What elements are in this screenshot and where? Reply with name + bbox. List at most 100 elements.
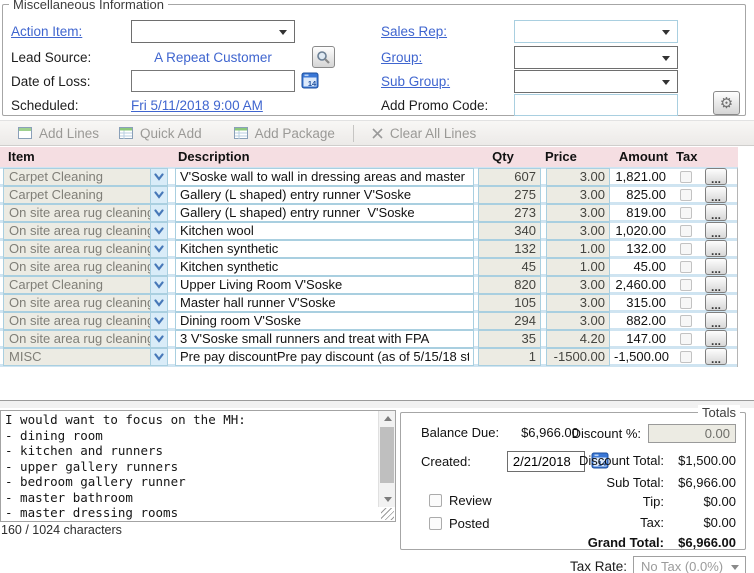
item-select-dropdown-button[interactable] [151, 348, 168, 366]
qty-input[interactable] [478, 312, 541, 330]
add-package-button[interactable]: Add Package [224, 126, 345, 141]
price-input[interactable] [546, 312, 610, 330]
price-input[interactable] [546, 240, 610, 258]
price-input[interactable] [546, 204, 610, 222]
item-select[interactable]: On site area rug cleaning [3, 222, 151, 240]
group-label[interactable]: Group: [381, 50, 422, 65]
description-input[interactable] [175, 240, 474, 258]
qty-input[interactable] [478, 186, 541, 204]
price-input[interactable] [546, 294, 610, 312]
tax-checkbox[interactable] [680, 351, 692, 363]
item-select-dropdown-button[interactable] [151, 240, 168, 258]
description-input[interactable] [175, 204, 474, 222]
qty-input[interactable] [478, 258, 541, 276]
description-input[interactable] [175, 276, 474, 294]
tax-checkbox[interactable] [680, 189, 692, 201]
description-input[interactable] [175, 222, 474, 240]
promo-settings-button[interactable]: ⚙ [713, 91, 740, 115]
qty-input[interactable] [478, 168, 541, 186]
item-select-dropdown-button[interactable] [151, 312, 168, 330]
notes-scrollbar[interactable] [378, 411, 395, 507]
qty-input[interactable] [478, 348, 541, 366]
price-input[interactable] [546, 330, 610, 348]
quick-add-button[interactable]: Quick Add [109, 126, 212, 141]
group-select[interactable] [514, 46, 678, 69]
qty-input[interactable] [478, 330, 541, 348]
scroll-up-button[interactable] [379, 411, 396, 426]
price-input[interactable] [546, 168, 610, 186]
item-select[interactable]: On site area rug cleaning [3, 258, 151, 276]
item-select-dropdown-button[interactable] [151, 204, 168, 222]
sub-group-label[interactable]: Sub Group: [381, 74, 450, 89]
item-select[interactable]: MISC [3, 348, 151, 366]
promo-code-input[interactable] [514, 94, 678, 116]
resize-grip[interactable] [381, 508, 394, 520]
item-select[interactable]: On site area rug cleaning [3, 204, 151, 222]
item-select-dropdown-button[interactable] [151, 330, 168, 348]
discount-pct-input[interactable] [648, 424, 736, 443]
item-select-dropdown-button[interactable] [151, 168, 168, 186]
qty-input[interactable] [478, 204, 541, 222]
row-options-button[interactable]: ... [705, 330, 727, 347]
item-select[interactable]: Carpet Cleaning [3, 168, 151, 186]
item-select[interactable]: On site area rug cleaning [3, 294, 151, 312]
created-date-input[interactable] [507, 451, 585, 472]
row-options-button[interactable]: ... [705, 240, 727, 257]
tax-checkbox[interactable] [680, 261, 692, 273]
description-input[interactable] [175, 186, 474, 204]
item-select[interactable]: On site area rug cleaning [3, 240, 151, 258]
item-select-dropdown-button[interactable] [151, 222, 168, 240]
add-lines-button[interactable]: Add Lines [8, 126, 109, 141]
qty-input[interactable] [478, 294, 541, 312]
row-options-button[interactable]: ... [705, 348, 727, 365]
tax-checkbox[interactable] [680, 243, 692, 255]
qty-input[interactable] [478, 240, 541, 258]
row-options-button[interactable]: ... [705, 294, 727, 311]
price-input[interactable] [546, 276, 610, 294]
row-options-button[interactable]: ... [705, 168, 727, 185]
tax-checkbox[interactable] [680, 315, 692, 327]
clear-all-lines-button[interactable]: Clear All Lines [362, 126, 486, 141]
row-options-button[interactable]: ... [705, 204, 727, 221]
row-options-button[interactable]: ... [705, 312, 727, 329]
tax-checkbox[interactable] [680, 333, 692, 345]
row-options-button[interactable]: ... [705, 222, 727, 239]
description-input[interactable] [175, 168, 474, 186]
item-select[interactable]: Carpet Cleaning [3, 186, 151, 204]
item-select[interactable]: Carpet Cleaning [3, 276, 151, 294]
row-options-button[interactable]: ... [705, 186, 727, 203]
posted-checkbox[interactable] [429, 517, 442, 530]
item-select-dropdown-button[interactable] [151, 186, 168, 204]
action-item-select[interactable] [131, 20, 295, 43]
qty-input[interactable] [478, 276, 541, 294]
action-item-label[interactable]: Action Item: [11, 24, 82, 39]
notes-textarea[interactable]: I would want to focus on the MH: - dinin… [1, 411, 378, 521]
scheduled-link[interactable]: Fri 5/11/2018 9:00 AM [131, 98, 263, 113]
sales-rep-select[interactable] [514, 20, 678, 43]
item-select-dropdown-button[interactable] [151, 294, 168, 312]
tax-checkbox[interactable] [680, 279, 692, 291]
price-input[interactable] [546, 348, 610, 366]
qty-input[interactable] [478, 222, 541, 240]
lead-source-lookup-button[interactable] [312, 46, 335, 68]
description-input[interactable] [175, 348, 474, 366]
tax-checkbox[interactable] [680, 171, 692, 183]
price-input[interactable] [546, 186, 610, 204]
row-options-button[interactable]: ... [705, 276, 727, 293]
tax-checkbox[interactable] [680, 225, 692, 237]
item-select[interactable]: On site area rug cleaning [3, 312, 151, 330]
description-input[interactable] [175, 330, 474, 348]
sub-group-select[interactable] [514, 70, 678, 93]
item-select-dropdown-button[interactable] [151, 258, 168, 276]
price-input[interactable] [546, 222, 610, 240]
item-select-dropdown-button[interactable] [151, 276, 168, 294]
scrollbar-thumb[interactable] [380, 427, 394, 483]
sales-rep-label[interactable]: Sales Rep: [381, 24, 447, 39]
tax-checkbox[interactable] [680, 207, 692, 219]
date-of-loss-input[interactable] [131, 70, 295, 92]
description-input[interactable] [175, 294, 474, 312]
price-input[interactable] [546, 258, 610, 276]
tax-checkbox[interactable] [680, 297, 692, 309]
description-input[interactable] [175, 258, 474, 276]
tax-rate-select[interactable]: No Tax (0.0%) [633, 556, 746, 573]
